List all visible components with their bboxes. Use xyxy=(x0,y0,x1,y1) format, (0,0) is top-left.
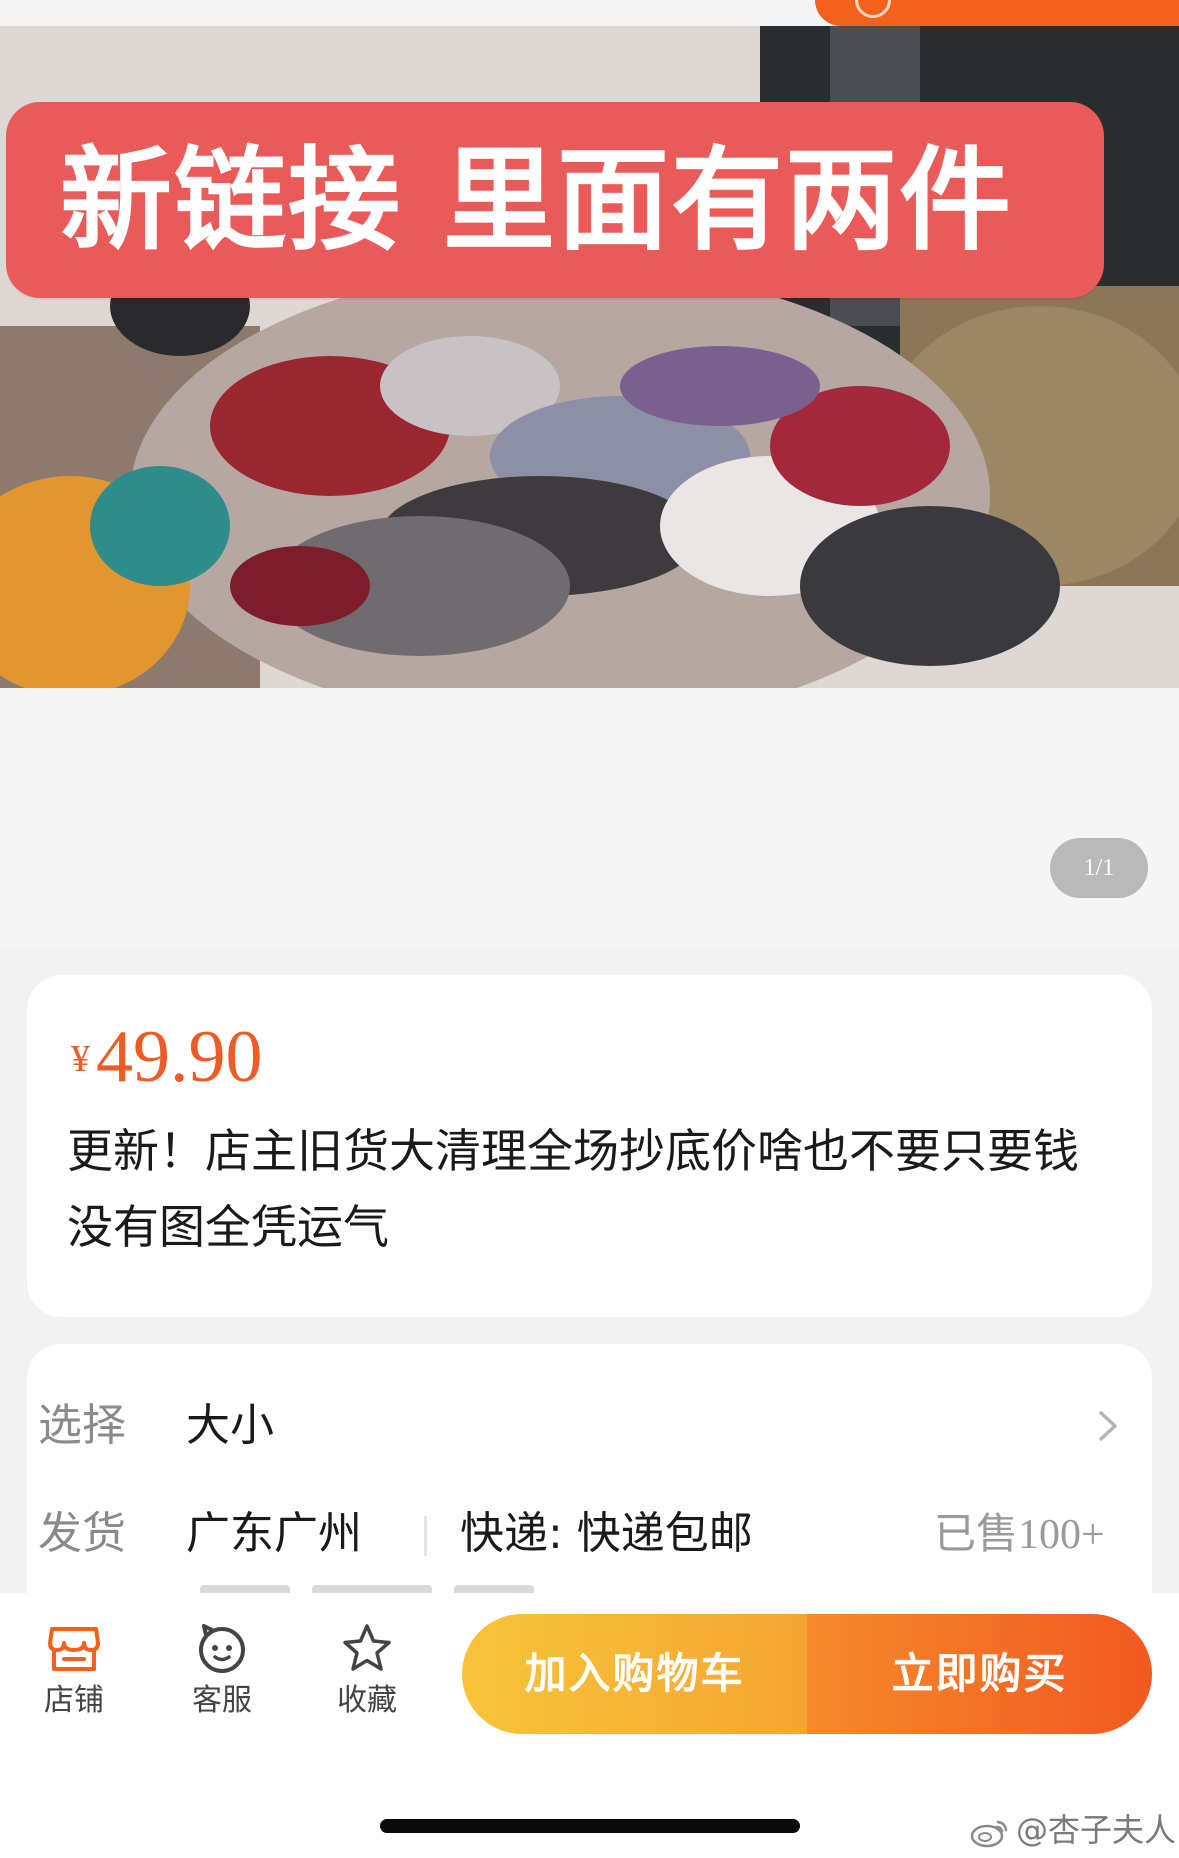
home-indicator[interactable] xyxy=(380,1819,800,1833)
shop-icon xyxy=(48,1627,100,1671)
customer-service-button[interactable]: 客服 xyxy=(162,1623,282,1721)
ship-origin: 广东广州 xyxy=(186,1508,362,1559)
favorite-button[interactable]: 收藏 xyxy=(307,1623,427,1721)
sold-count: 已售100+ xyxy=(934,1504,1105,1565)
buy-now-button[interactable]: 立即购买 xyxy=(807,1614,1152,1734)
price: ¥49.90 xyxy=(71,1015,263,1105)
select-label: 选择 xyxy=(38,1400,126,1451)
favorite-label: 收藏 xyxy=(337,1683,397,1718)
product-title: 更新！店主旧货大清理全场抄底价啥也不要只要钱 没有图全凭运气 xyxy=(67,1124,1079,1254)
shop-label: 店铺 xyxy=(44,1683,104,1718)
service-face-icon xyxy=(199,1624,245,1673)
carousel-empty-area xyxy=(0,688,1179,946)
top-pill-circle xyxy=(855,0,891,18)
select-value: 大小 xyxy=(186,1400,274,1451)
top-orange-pill[interactable] xyxy=(815,0,1179,26)
shop-button[interactable]: 店铺 xyxy=(14,1623,134,1721)
top-status-strip xyxy=(0,0,1179,26)
watermark-text: @杏子夫人 xyxy=(1016,1811,1177,1849)
product-image-carousel[interactable]: 新链接 里面有两件 xyxy=(0,26,1179,688)
promo-banner-text: 新链接 里面有两件 xyxy=(60,136,1013,266)
add-to-cart-button[interactable]: 加入购物车 xyxy=(462,1614,807,1734)
star-icon xyxy=(343,1624,391,1671)
carousel-page-indicator: 1/1 xyxy=(1050,838,1148,898)
chevron-right-icon[interactable] xyxy=(1090,1408,1126,1444)
watermark: @杏子夫人 xyxy=(970,1808,1176,1852)
shipping-divider xyxy=(424,1516,427,1556)
purchase-buttons: 加入购物车 立即购买 xyxy=(462,1614,1152,1734)
sold-number: 100+ xyxy=(1018,1512,1105,1558)
ship-label: 发货 xyxy=(38,1508,126,1559)
sold-prefix: 已售 xyxy=(934,1509,1019,1558)
currency-symbol: ¥ xyxy=(71,1038,90,1080)
express-info: 快递: 快递包邮 xyxy=(460,1508,753,1559)
weibo-icon xyxy=(970,1820,1008,1848)
price-title-card: ¥49.90 更新！店主旧货大清理全场抄底价啥也不要只要钱 没有图全凭运气 xyxy=(27,975,1152,1317)
price-value: 49.90 xyxy=(96,1016,263,1098)
service-label: 客服 xyxy=(192,1683,252,1718)
